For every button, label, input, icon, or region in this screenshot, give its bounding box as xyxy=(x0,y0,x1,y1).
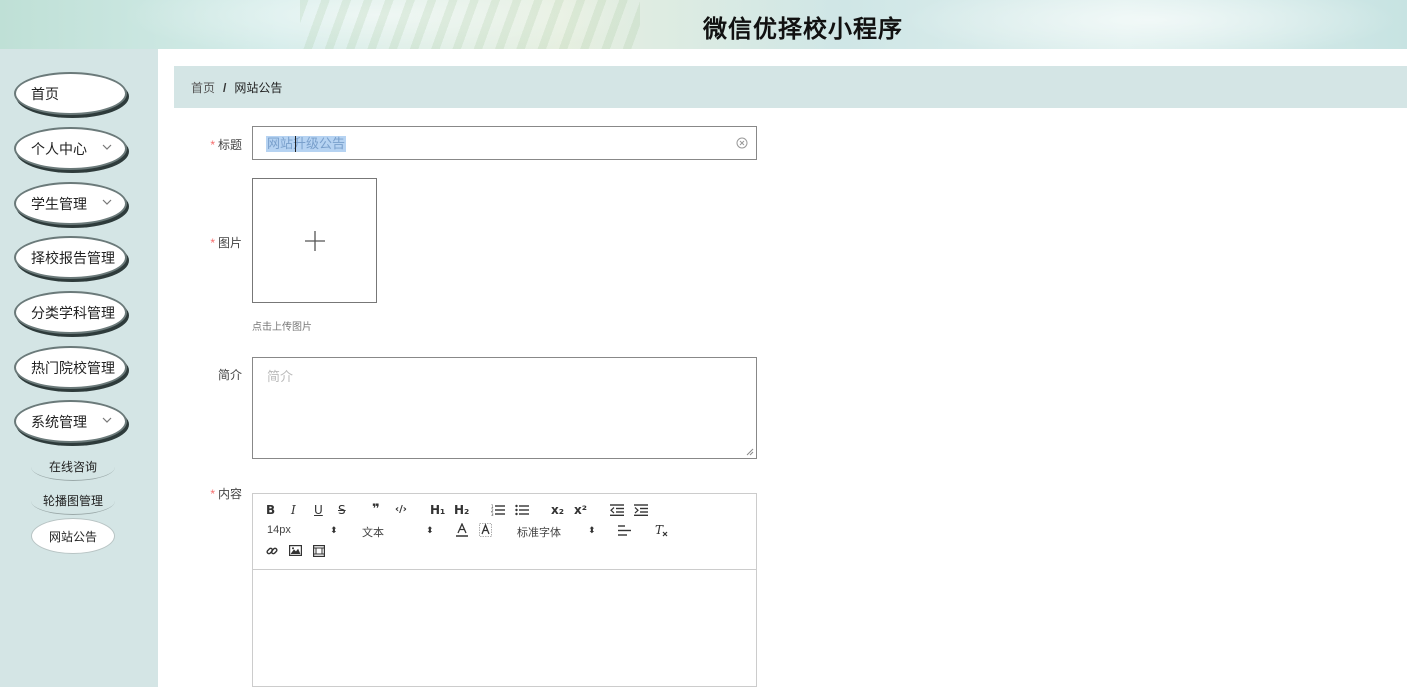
image-upload-button[interactable] xyxy=(252,178,377,303)
sidebar-item-label: 个人中心 xyxy=(31,140,87,157)
breadcrumb-home[interactable]: 首页 xyxy=(191,81,215,95)
title-input[interactable]: 网站升级公告 xyxy=(252,126,757,160)
font-size-value: 14px xyxy=(267,524,291,536)
sidebar-subitem-announcement[interactable]: 网站公告 xyxy=(31,518,115,554)
header-banner: 微信优择校小程序 xyxy=(0,0,1407,49)
sidebar-item-label: 择校报告管理 xyxy=(31,249,115,266)
sidebar-subitem-online-consult[interactable]: 在线咨询 xyxy=(31,453,115,481)
ordered-list-icon[interactable]: 123 xyxy=(491,504,505,516)
sidebar-subitem-carousel[interactable]: 轮播图管理 xyxy=(31,487,115,515)
intro-label-text: 简介 xyxy=(217,368,242,382)
resize-grip-icon[interactable] xyxy=(746,448,754,456)
intro-textarea[interactable]: 简介 xyxy=(252,357,757,459)
chevron-down-icon xyxy=(102,144,112,150)
image-label: * 图片 xyxy=(182,234,242,251)
chevron-down-icon xyxy=(102,199,112,205)
sidebar-item-label: 首页 xyxy=(31,85,59,102)
sidebar-item-college-management[interactable]: 热门院校管理 xyxy=(14,346,127,389)
font-size-select[interactable]: 14px ⬍ xyxy=(267,524,338,536)
quote-button[interactable]: ❞ xyxy=(372,502,380,517)
banner-decoration xyxy=(300,0,640,49)
content-label: * 内容 xyxy=(182,485,242,502)
underline-button[interactable]: U xyxy=(314,503,323,517)
sidebar-item-personal-center[interactable]: 个人中心 xyxy=(14,127,127,170)
sidebar-item-label: 分类学科管理 xyxy=(31,304,115,321)
strike-button[interactable]: S xyxy=(338,503,346,517)
sidebar-item-home[interactable]: 首页 xyxy=(14,72,127,115)
plus-icon xyxy=(305,231,325,251)
video-icon[interactable] xyxy=(313,545,325,557)
sidebar-item-system-management[interactable]: 系统管理 xyxy=(14,400,127,443)
upload-tip: 点击上传图片 xyxy=(252,322,312,333)
sidebar-item-report-management[interactable]: 择校报告管理 xyxy=(14,236,127,279)
background-color-icon[interactable] xyxy=(479,523,492,537)
header-select-value: 文本 xyxy=(362,527,384,539)
breadcrumb: 首页 / 网站公告 xyxy=(191,79,282,96)
sidebar-subitem-label: 在线咨询 xyxy=(48,460,97,474)
banner-decoration xyxy=(900,0,1400,49)
bold-button[interactable]: B xyxy=(266,503,275,517)
clear-format-icon[interactable]: T xyxy=(655,524,668,537)
content-label-text: 内容 xyxy=(217,487,242,501)
required-star: * xyxy=(210,138,215,152)
chevron-down-icon xyxy=(102,417,112,423)
code-button[interactable]: ‹/› xyxy=(395,504,407,515)
font-family-select[interactable]: 标准字体 ⬍ xyxy=(517,524,599,540)
indent-icon[interactable] xyxy=(634,504,648,516)
intro-label: 简介 xyxy=(182,366,242,383)
title-label-text: 标题 xyxy=(217,138,242,152)
bullet-list-icon[interactable] xyxy=(515,504,529,516)
title-label: * 标题 xyxy=(182,136,242,153)
svg-text:T: T xyxy=(655,524,664,537)
sidebar-item-subject-management[interactable]: 分类学科管理 xyxy=(14,291,127,334)
sidebar-item-student-management[interactable]: 学生管理 xyxy=(14,182,127,225)
align-left-icon[interactable] xyxy=(618,525,631,536)
text-cursor xyxy=(295,136,296,152)
clear-icon[interactable] xyxy=(736,137,748,149)
header-select[interactable]: 文本 ⬍ xyxy=(362,524,434,540)
sidebar-subitem-label: 网站公告 xyxy=(48,529,97,544)
font-color-icon[interactable] xyxy=(456,523,468,537)
breadcrumb-separator: / xyxy=(223,81,227,95)
superscript-button[interactable]: x² xyxy=(574,503,587,517)
svg-text:3: 3 xyxy=(491,512,494,516)
breadcrumb-current: 网站公告 xyxy=(234,81,283,95)
italic-button[interactable]: I xyxy=(291,503,296,517)
sidebar-subitem-label: 轮播图管理 xyxy=(42,494,103,508)
app-title: 微信优择校小程序 xyxy=(703,16,903,43)
h1-button[interactable]: H₁ xyxy=(430,503,445,517)
select-arrows-icon: ⬍ xyxy=(426,525,434,535)
image-icon[interactable] xyxy=(289,545,302,556)
editor-content-area[interactable] xyxy=(253,570,756,686)
title-input-value: 网站升级公告 xyxy=(266,136,347,152)
rich-text-editor[interactable]: B I U S ❞ ‹/› H₁ H₂ 123 x₂ x² 14px ⬍ 文本 … xyxy=(252,493,757,687)
required-star: * xyxy=(210,236,215,250)
intro-placeholder: 简介 xyxy=(267,369,294,384)
sidebar: 首页 个人中心 学生管理 择校报告管理 分类学科管理 热门院校管理 系统管理 在… xyxy=(0,49,158,687)
h2-button[interactable]: H₂ xyxy=(454,503,469,517)
select-arrows-icon: ⬍ xyxy=(588,525,596,535)
image-label-text: 图片 xyxy=(217,236,242,250)
sidebar-item-label: 热门院校管理 xyxy=(31,359,115,376)
outdent-icon[interactable] xyxy=(610,504,624,516)
required-star: * xyxy=(210,487,215,501)
breadcrumb-bar: 首页 / 网站公告 xyxy=(174,66,1407,108)
editor-toolbar: B I U S ❞ ‹/› H₁ H₂ 123 x₂ x² 14px ⬍ 文本 … xyxy=(253,494,756,570)
font-family-value: 标准字体 xyxy=(517,527,561,539)
link-icon[interactable] xyxy=(266,545,278,557)
subscript-button[interactable]: x₂ xyxy=(551,503,564,517)
select-arrows-icon: ⬍ xyxy=(330,525,338,535)
sidebar-item-label: 系统管理 xyxy=(31,413,87,430)
sidebar-item-label: 学生管理 xyxy=(31,195,87,212)
